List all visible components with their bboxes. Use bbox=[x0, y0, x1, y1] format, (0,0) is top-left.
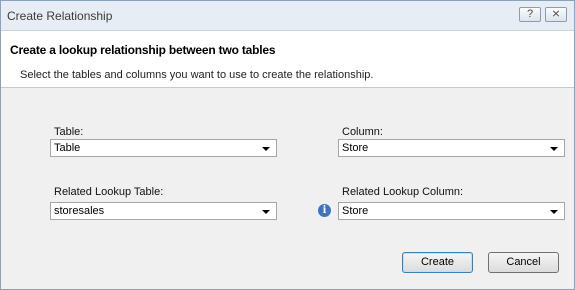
column-value: Store bbox=[342, 142, 369, 154]
related-column-label: Related Lookup Column: bbox=[342, 186, 464, 198]
help-button[interactable]: ? bbox=[519, 7, 541, 22]
chevron-down-icon bbox=[550, 147, 558, 151]
title-bar: Create Relationship ? ⨯ bbox=[1, 1, 574, 30]
cancel-button[interactable]: Cancel bbox=[488, 252, 559, 273]
create-relationship-dialog: Create Relationship ? ⨯ Create a lookup … bbox=[0, 0, 575, 290]
header-subtitle: Select the tables and columns you want t… bbox=[20, 69, 374, 81]
header-title: Create a lookup relationship between two… bbox=[10, 43, 276, 57]
chevron-down-icon bbox=[262, 210, 270, 214]
related-column-dropdown[interactable]: Store bbox=[338, 202, 565, 220]
table-value: Table bbox=[54, 142, 81, 154]
dialog-header: Create a lookup relationship between two… bbox=[1, 30, 574, 88]
window-title: Create Relationship bbox=[7, 9, 113, 23]
chevron-down-icon bbox=[550, 210, 558, 214]
table-label: Table: bbox=[54, 126, 84, 138]
column-label: Column: bbox=[342, 126, 383, 138]
related-table-dropdown[interactable]: storesales bbox=[50, 202, 277, 220]
related-table-label: Related Lookup Table: bbox=[54, 186, 164, 198]
info-icon[interactable]: i bbox=[318, 204, 331, 217]
chevron-down-icon bbox=[262, 147, 270, 151]
table-dropdown[interactable]: Table bbox=[50, 139, 277, 157]
column-dropdown[interactable]: Store bbox=[338, 139, 565, 157]
create-button[interactable]: Create bbox=[402, 252, 473, 273]
related-table-value: storesales bbox=[54, 205, 105, 217]
close-button[interactable]: ⨯ bbox=[545, 7, 567, 22]
related-column-value: Store bbox=[342, 205, 369, 217]
